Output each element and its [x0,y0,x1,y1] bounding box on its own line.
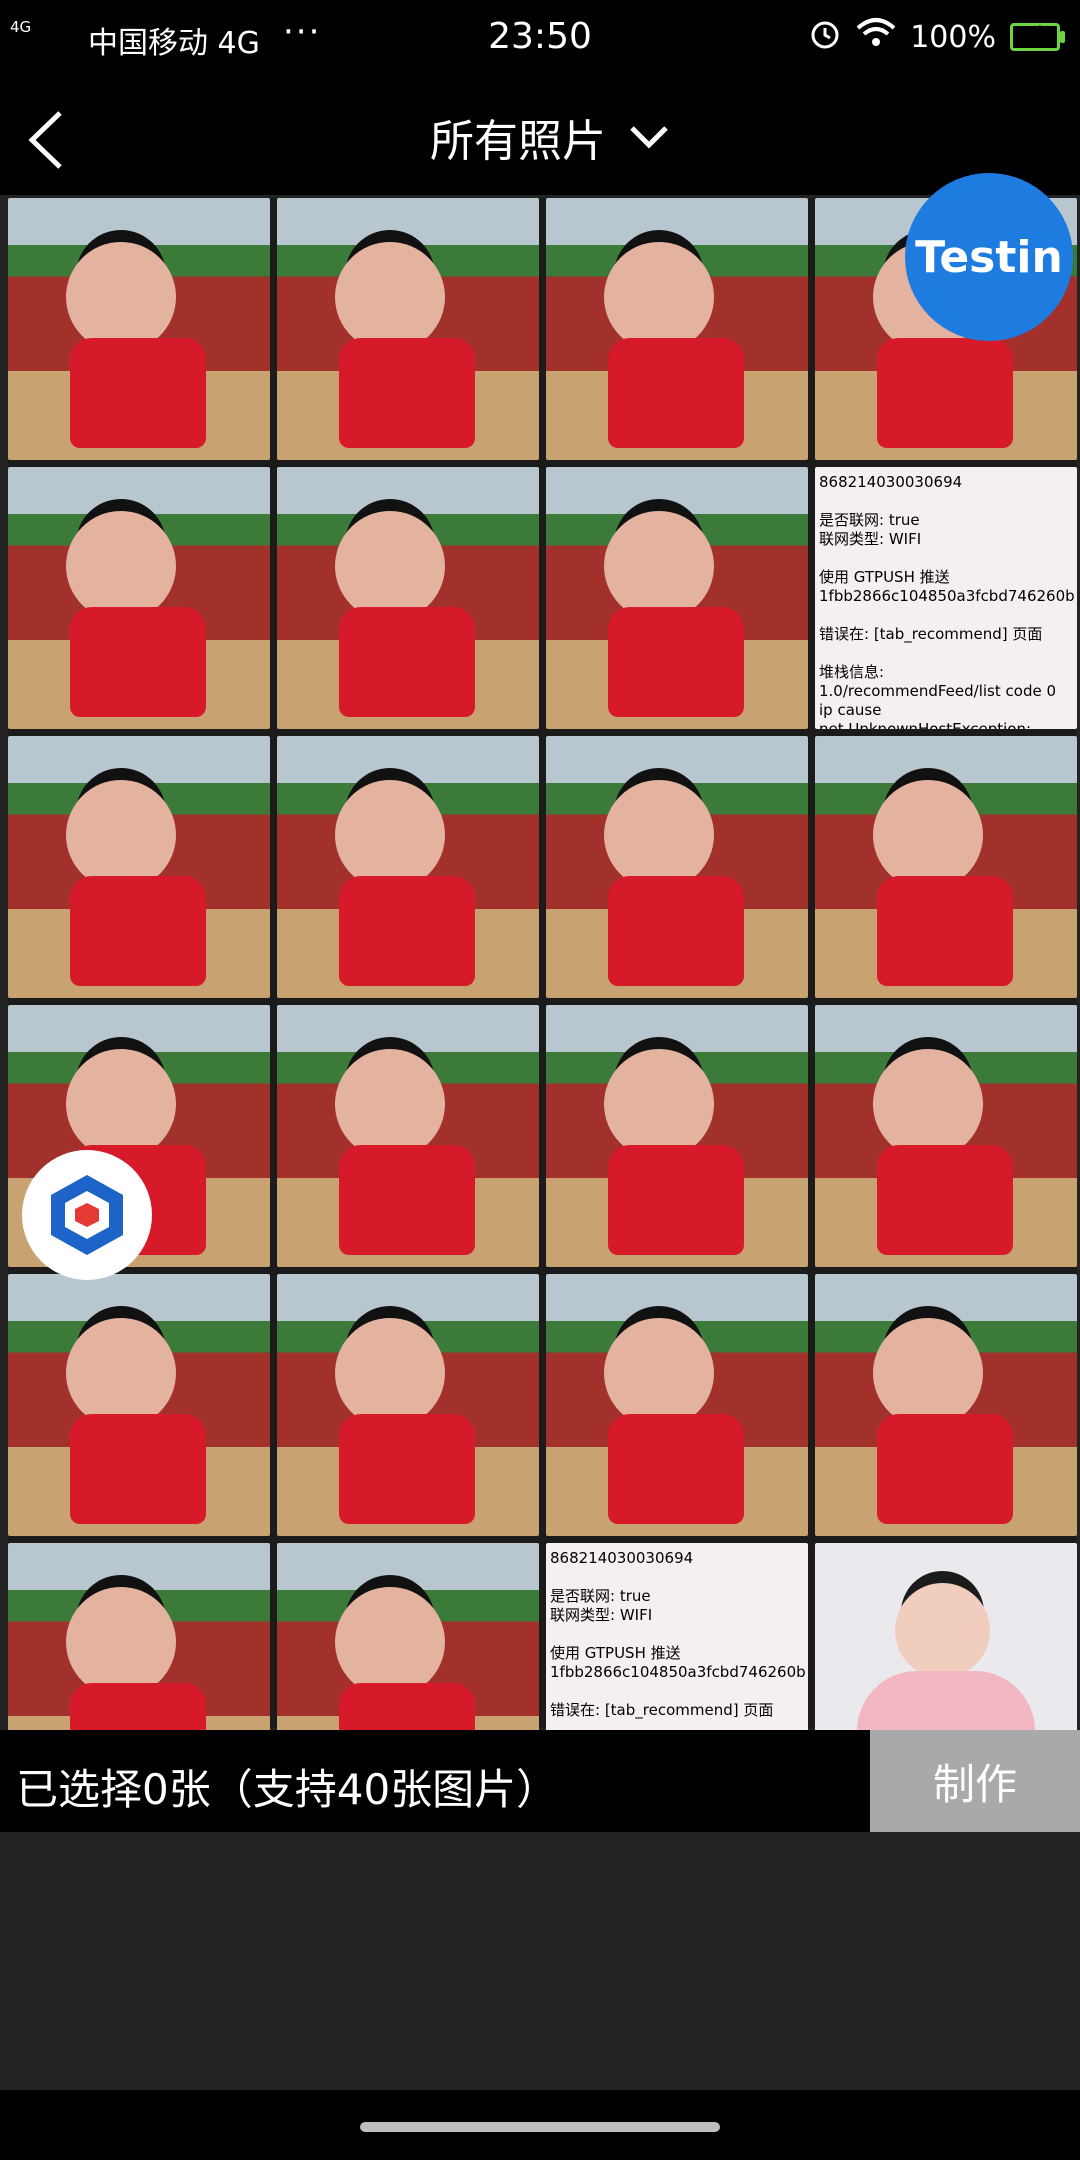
thumbnail-text-line: 错误在: [tab_recommend] 页面 [819,625,1043,643]
thumbnail-text-line: 使用 GTPUSH 推送 [550,1644,681,1662]
thumbnail-text-line [819,549,1073,568]
thumbnail-text-line [819,492,1073,511]
photo-thumbnail[interactable] [8,198,270,460]
testin-button[interactable]: Testin [905,173,1073,341]
thumbnail-text-line [550,1682,804,1701]
screenshot-thumbnail[interactable]: 868214030030694 是否联网: true 联网类型: WIFI 使用 … [815,467,1077,729]
thumbnail-text-line: 使用 GTPUSH 推送 [819,568,950,586]
battery-percent: 100% [910,19,996,55]
thumbnail-text-line: 是否联网: true [819,511,920,529]
photo-thumbnail[interactable] [8,1274,270,1536]
status-bar: 4G 中国移动 4G ··· 23:50 100% ⚡ [0,0,1080,75]
photo-grid: 868214030030694 是否联网: true 联网类型: WIFI 使用 … [8,198,1077,1805]
thumbnail-text-line: 1fbb2866c104850a3fcbd746260b [550,1663,806,1681]
thumbnail-text-line: 868214030030694 [819,473,963,491]
thumbnail-text-line: 堆栈信息: [819,663,885,681]
navigation-bar [0,2090,1080,2160]
thumbnail-text-line [550,1568,804,1587]
make-button[interactable]: 制作 [870,1730,1080,1832]
chevron-down-icon [626,114,672,160]
thumbnail-text-line: 1fbb2866c104850a3fcbd746260b [819,587,1075,605]
thumbnail-text-line: 是否联网: true [550,1587,651,1605]
photo-thumbnail[interactable] [8,467,270,729]
photo-thumbnail[interactable] [277,198,539,460]
selection-count: 已选择0张（支持40张图片） [16,1765,559,1814]
hexagon-logo-icon [51,1175,123,1255]
chevron-left-icon [28,111,62,169]
photo-thumbnail[interactable] [277,1005,539,1267]
status-right: 100% ⚡ [808,16,1065,58]
battery-icon: ⚡ [1010,22,1065,51]
photo-thumbnail[interactable] [277,736,539,998]
alarm-icon [808,16,842,58]
thumbnail-text-line: 1.0/recommendFeed/list code 0 ip cause [819,682,1061,719]
thumbnail-text-line: 868214030030694 [550,1549,694,1567]
thumbnail-text-line: 联网类型: WIFI [550,1606,653,1624]
thumbnail-text-line: 错误在: [tab_recommend] 页面 [550,1701,774,1719]
page-title: 所有照片 [430,116,606,167]
photo-thumbnail[interactable] [277,1274,539,1536]
photo-thumbnail[interactable] [546,198,808,460]
thumbnail-text-line [819,606,1073,625]
wifi-icon [856,16,896,58]
photo-thumbnail[interactable] [277,467,539,729]
thumbnail-text-line: 联网类型: WIFI [819,530,922,548]
photo-thumbnail[interactable] [546,467,808,729]
photo-thumbnail[interactable] [546,1274,808,1536]
album-selector[interactable]: 所有照片 [430,105,672,169]
thumbnail-text-line: net.UnknownHostException: Unable to reso [819,720,1032,729]
thumbnail-text-line [550,1625,804,1644]
home-indicator[interactable] [360,2122,720,2132]
photo-thumbnail[interactable] [8,736,270,998]
photo-thumbnail[interactable] [546,736,808,998]
photo-thumbnail[interactable] [815,1005,1077,1267]
top-bar: 所有照片 [0,75,1080,195]
photo-thumbnail[interactable] [815,736,1077,998]
action-bar: 已选择0张（支持40张图片） 制作 [0,1730,1080,1832]
photo-thumbnail[interactable] [546,1005,808,1267]
back-button[interactable] [20,105,90,175]
thumbnail-text-line [819,644,1073,663]
photo-thumbnail[interactable] [815,1274,1077,1536]
assistant-logo-button[interactable] [22,1150,152,1280]
